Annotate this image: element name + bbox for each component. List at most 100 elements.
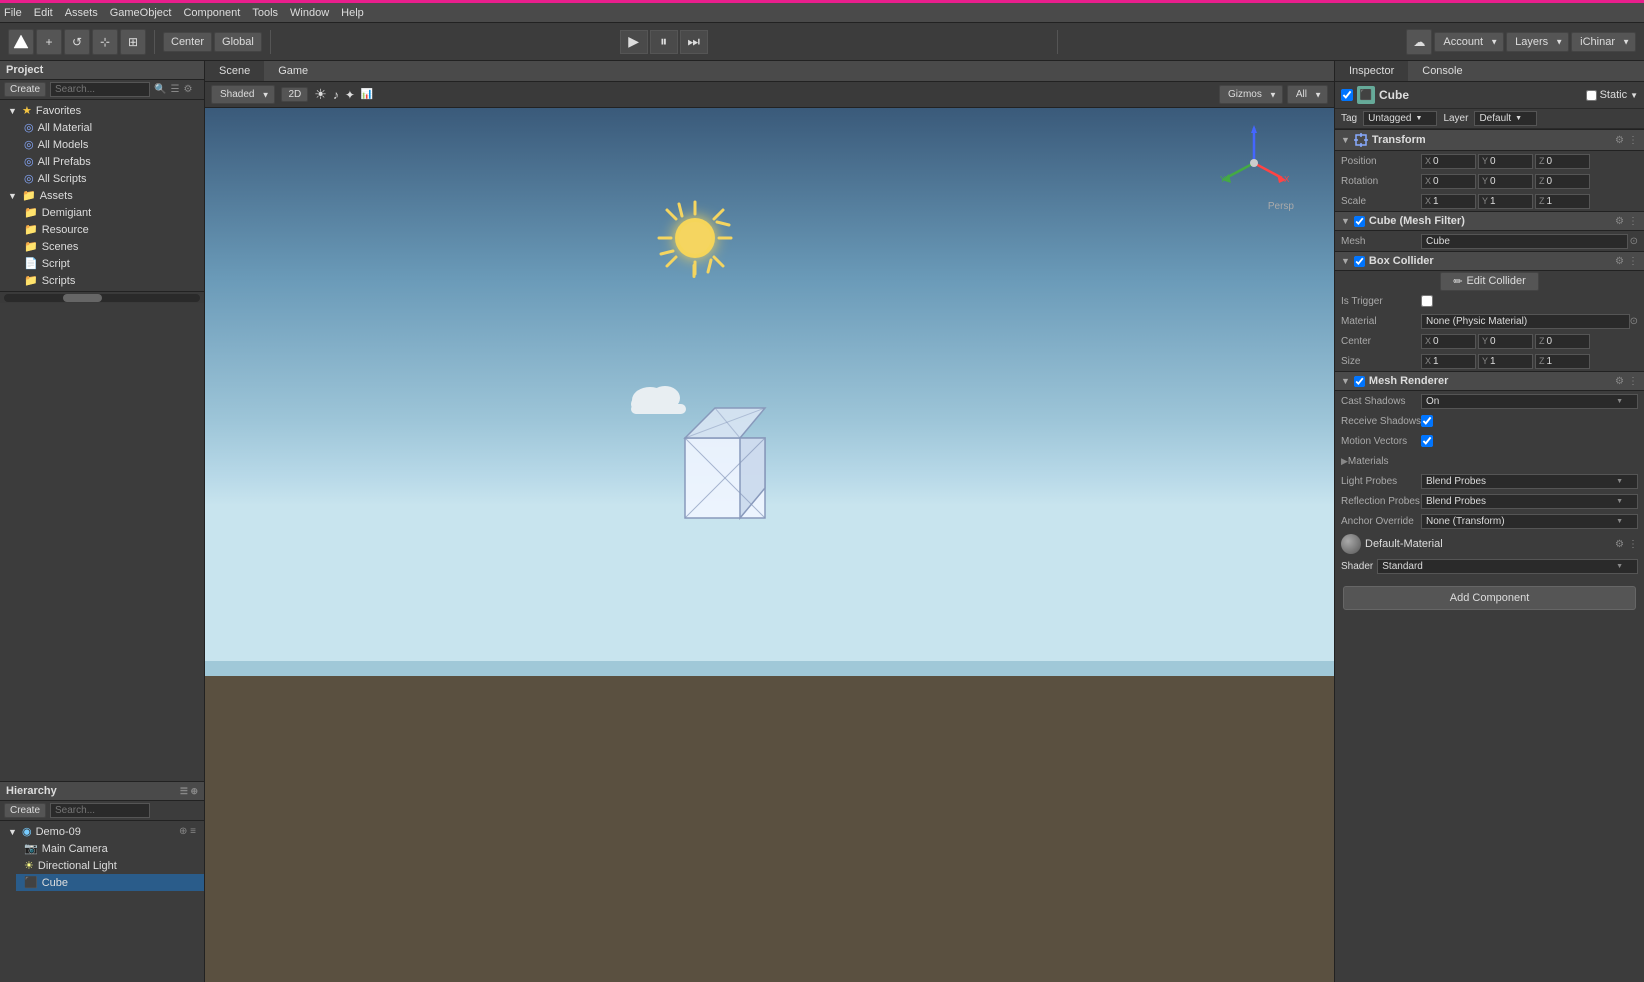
hierarchy-search-input[interactable] — [50, 803, 150, 818]
scale-y-field[interactable]: Y1 — [1478, 194, 1533, 209]
fav-all-models[interactable]: ◎ All Models — [16, 136, 204, 153]
reflection-probes-dropdown[interactable]: Blend Probes — [1421, 494, 1638, 509]
mesh-filter-header[interactable]: ▼ Cube (Mesh Filter) ⚙ ⋮ — [1335, 211, 1644, 231]
project-tab[interactable]: Project — [6, 64, 43, 76]
object-name-field[interactable]: Cube — [1379, 88, 1582, 102]
fav-all-scripts[interactable]: ◎ All Scripts — [16, 170, 204, 187]
shader-dropdown[interactable]: Standard — [1377, 559, 1638, 574]
step-btn[interactable]: ⏭ — [680, 30, 708, 54]
center-y-field[interactable]: Y0 — [1478, 334, 1533, 349]
asset-scripts[interactable]: 📁 Scripts — [16, 272, 204, 289]
mesh-filter-settings-icon[interactable]: ⚙ — [1615, 216, 1624, 227]
mesh-filter-overflow-icon[interactable]: ⋮ — [1628, 216, 1638, 227]
menu-component[interactable]: Component — [183, 7, 240, 19]
add-component-btn[interactable]: Add Component — [1343, 586, 1636, 610]
scene-item[interactable]: ◉ Demo-09 ⊕ ≡ — [0, 823, 204, 840]
cast-shadows-dropdown[interactable]: On — [1421, 394, 1638, 409]
global-btn[interactable]: Global — [214, 32, 262, 52]
menu-edit[interactable]: Edit — [34, 7, 53, 19]
account-dropdown[interactable]: Account — [1434, 32, 1504, 52]
static-dropdown-icon[interactable]: ▼ — [1630, 91, 1638, 100]
mesh-renderer-settings-icon[interactable]: ⚙ — [1615, 376, 1624, 387]
cube-item[interactable]: ⬛ Cube — [16, 874, 204, 891]
position-y-field[interactable]: Y0 — [1478, 154, 1533, 169]
receive-shadows-checkbox[interactable] — [1421, 415, 1433, 427]
ichinar-dropdown[interactable]: iChinar — [1571, 32, 1636, 52]
position-z-field[interactable]: Z0 — [1535, 154, 1590, 169]
transform-settings-icon[interactable]: ⚙ — [1615, 135, 1624, 146]
collider-material-target-icon[interactable]: ⊙ — [1630, 316, 1638, 327]
unity-logo-btn[interactable] — [8, 29, 34, 55]
lighting-icon[interactable]: ☀ — [314, 86, 327, 103]
light-probes-dropdown[interactable]: Blend Probes — [1421, 474, 1638, 489]
mesh-target-icon[interactable]: ⊙ — [1630, 236, 1638, 247]
mesh-renderer-active[interactable] — [1354, 376, 1365, 387]
main-camera-item[interactable]: 📷 Main Camera — [16, 840, 204, 857]
project-scrollbar[interactable] — [0, 291, 204, 303]
audio-icon[interactable]: ♪ — [333, 88, 339, 102]
box-collider-active[interactable] — [1354, 256, 1365, 267]
filter-dropdown[interactable]: All — [1287, 85, 1328, 104]
asset-script[interactable]: 📄 Script — [16, 255, 204, 272]
layer-dropdown[interactable]: Default — [1474, 111, 1537, 126]
2d-btn[interactable]: 2D — [281, 87, 308, 102]
collider-material-field[interactable]: None (Physic Material) — [1421, 314, 1630, 329]
cloud-btn[interactable]: ☁ — [1406, 29, 1432, 55]
layout-btn[interactable]: ⊞ — [120, 29, 146, 55]
effects-icon[interactable]: ✦ — [345, 88, 355, 102]
asset-scenes[interactable]: 📁 Scenes — [16, 238, 204, 255]
directional-light-item[interactable]: ☀ Directional Light — [16, 857, 204, 874]
rotation-y-field[interactable]: Y0 — [1478, 174, 1533, 189]
mesh-filter-active[interactable] — [1354, 216, 1365, 227]
project-search-input[interactable] — [50, 82, 150, 97]
play-btn[interactable]: ▶ — [620, 30, 648, 54]
mesh-renderer-overflow-icon[interactable]: ⋮ — [1628, 376, 1638, 387]
size-z-field[interactable]: Z1 — [1535, 354, 1590, 369]
size-y-field[interactable]: Y1 — [1478, 354, 1533, 369]
pause-btn[interactable]: ⏸ — [650, 30, 678, 54]
console-tab[interactable]: Console — [1408, 61, 1476, 81]
box-collider-settings-icon[interactable]: ⚙ — [1615, 256, 1624, 267]
mesh-renderer-header[interactable]: ▼ Mesh Renderer ⚙ ⋮ — [1335, 371, 1644, 391]
scale-z-field[interactable]: Z1 — [1535, 194, 1590, 209]
is-trigger-checkbox[interactable] — [1421, 295, 1433, 307]
materials-expand[interactable]: ▶ — [1341, 456, 1348, 467]
fav-all-prefabs[interactable]: ◎ All Prefabs — [16, 153, 204, 170]
center-x-field[interactable]: X0 — [1421, 334, 1476, 349]
project-create-btn[interactable]: Create — [4, 82, 46, 97]
scene-options[interactable]: ⊕ ≡ — [179, 826, 196, 837]
motion-vectors-checkbox[interactable] — [1421, 435, 1433, 447]
scale-x-field[interactable]: X1 — [1421, 194, 1476, 209]
static-checkbox[interactable] — [1586, 90, 1597, 101]
rotation-z-field[interactable]: Z0 — [1535, 174, 1590, 189]
asset-resource[interactable]: 📁 Resource — [16, 221, 204, 238]
size-x-field[interactable]: X1 — [1421, 354, 1476, 369]
edit-collider-btn[interactable]: ✏ Edit Collider — [1440, 272, 1539, 291]
menu-window[interactable]: Window — [290, 7, 329, 19]
inspector-tab[interactable]: Inspector — [1335, 61, 1408, 81]
center-z-field[interactable]: Z0 — [1535, 334, 1590, 349]
game-tab[interactable]: Game — [264, 61, 322, 81]
mesh-value-field[interactable]: Cube — [1421, 234, 1628, 249]
hierarchy-create-btn[interactable]: Create — [4, 803, 46, 818]
asset-demigiant[interactable]: 📁 Demigiant — [16, 204, 204, 221]
select-btn[interactable]: ⊹ — [92, 29, 118, 55]
object-active-checkbox[interactable] — [1341, 89, 1353, 101]
gizmos-dropdown[interactable]: Gizmos — [1219, 85, 1283, 104]
menu-assets[interactable]: Assets — [65, 7, 98, 19]
menu-help[interactable]: Help — [341, 7, 364, 19]
menu-file[interactable]: File — [4, 7, 22, 19]
add-btn[interactable]: + — [36, 29, 62, 55]
menu-gameobject[interactable]: GameObject — [110, 7, 172, 19]
transform-overflow-icon[interactable]: ⋮ — [1628, 135, 1638, 146]
layers-dropdown[interactable]: Layers — [1506, 32, 1569, 52]
scene-tab[interactable]: Scene — [205, 61, 264, 81]
box-collider-overflow-icon[interactable]: ⋮ — [1628, 256, 1638, 267]
box-collider-header[interactable]: ▼ Box Collider ⚙ ⋮ — [1335, 251, 1644, 271]
tag-dropdown[interactable]: Untagged — [1363, 111, 1437, 126]
assets-group[interactable]: 📁 Assets — [0, 187, 204, 204]
fav-all-material[interactable]: ◎ All Material — [16, 119, 204, 136]
refresh-btn[interactable]: ↺ — [64, 29, 90, 55]
material-overflow-icon[interactable]: ⋮ — [1628, 539, 1638, 550]
favorites-group[interactable]: ★ Favorites — [0, 102, 204, 119]
